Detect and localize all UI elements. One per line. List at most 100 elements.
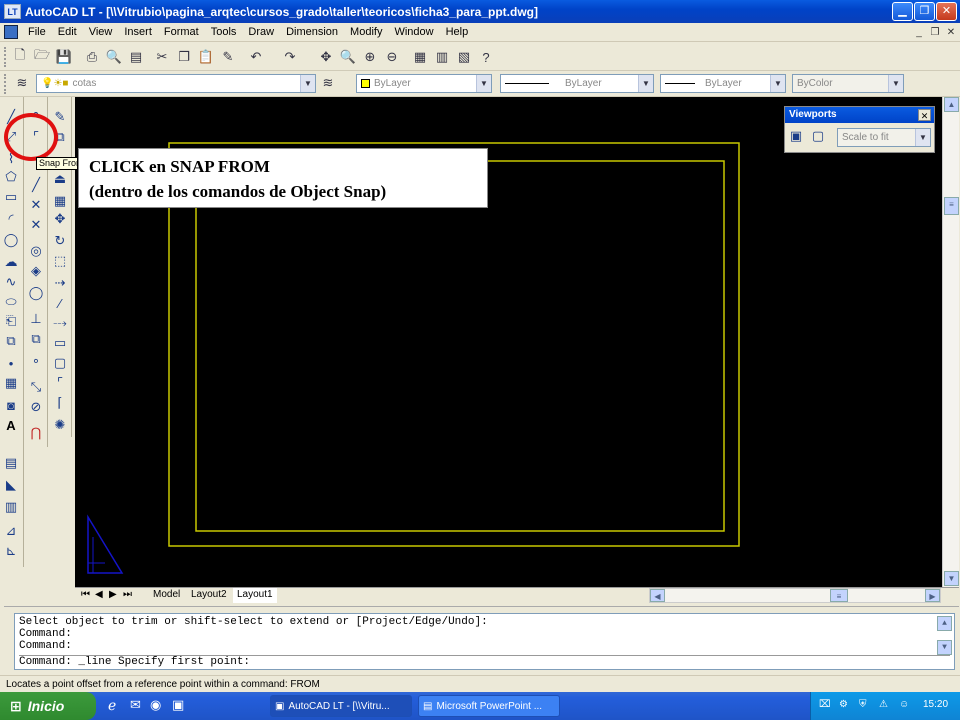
scale-icon[interactable]: ⬚	[50, 251, 70, 271]
command-window[interactable]: Select object to trim or shift-select to…	[14, 613, 955, 670]
taskbar-autocad[interactable]: ▣ AutoCAD LT - [\\Vitru...	[270, 695, 412, 717]
tab-model[interactable]: Model	[149, 588, 185, 603]
zoom-previous-icon[interactable]: ⊖	[382, 47, 402, 67]
print-preview-icon[interactable]: 🔍	[104, 47, 124, 67]
lineweight-combo[interactable]: ByLayer ▼	[660, 74, 786, 93]
plotstyle-combo[interactable]: ByColor ▼	[792, 74, 904, 93]
trim-icon[interactable]: ⁄	[50, 293, 70, 313]
menu-window[interactable]: Window	[388, 26, 439, 38]
zoom-window-icon[interactable]: ⊕	[360, 47, 380, 67]
doc-close-button[interactable]: ✕	[944, 26, 958, 39]
array-icon[interactable]: ▦	[50, 191, 70, 211]
layer-combo[interactable]: 💡☀■ cotas ▼	[36, 74, 316, 93]
antivirus-icon[interactable]: ⛨	[859, 699, 867, 710]
region-icon[interactable]: ◙	[1, 395, 21, 415]
menu-file[interactable]: File	[22, 26, 52, 38]
snap-midpoint-icon[interactable]: ✕	[26, 195, 46, 215]
tab-first-icon[interactable]: ⏮	[77, 588, 90, 603]
menu-dimension[interactable]: Dimension	[280, 26, 344, 38]
move-icon[interactable]: ✥	[50, 209, 70, 229]
viewport-scale-combo[interactable]: Scale to fit ▼	[837, 128, 931, 147]
insert-block-icon[interactable]: ⎗	[1, 311, 21, 331]
scroll-right-icon[interactable]: ▶	[925, 589, 940, 602]
menu-insert[interactable]: Insert	[118, 26, 158, 38]
stretch-icon[interactable]: ⇢	[50, 273, 70, 293]
open-icon[interactable]: 🗁	[32, 47, 52, 67]
revision-cloud-icon[interactable]: ☁	[1, 252, 21, 272]
scroll-left-icon[interactable]: ◀	[650, 589, 665, 602]
messenger-icon[interactable]: ☺	[899, 699, 909, 710]
new-icon[interactable]: 🗋	[10, 47, 30, 67]
single-viewport-icon[interactable]: ▢	[809, 127, 827, 145]
chevron-down-icon[interactable]: ▼	[888, 75, 903, 92]
hscroll-thumb[interactable]: ≡	[830, 589, 848, 602]
tab-next-icon[interactable]: ▶	[105, 588, 117, 603]
desktop-quicklaunch-icon[interactable]: ▣	[172, 697, 184, 713]
dimension-linear-icon[interactable]: ▤	[1, 453, 21, 473]
menu-help[interactable]: Help	[440, 26, 475, 38]
join-icon[interactable]: ▢	[50, 353, 70, 373]
snap-intersection-icon[interactable]: ✕	[26, 215, 46, 235]
zoom-realtime-icon[interactable]: 🔍	[338, 47, 358, 67]
scroll-thumb[interactable]: ≡	[944, 197, 959, 215]
fillet-icon[interactable]: ⌈	[50, 393, 70, 413]
doc-minimize-button[interactable]: _	[912, 26, 926, 39]
chevron-down-icon[interactable]: ▼	[915, 129, 930, 146]
tool-palettes-icon[interactable]: ▧	[454, 47, 474, 67]
chevron-down-icon[interactable]: ▼	[638, 75, 653, 92]
save-icon[interactable]: 💾	[54, 47, 74, 67]
chevron-down-icon[interactable]: ▼	[300, 75, 315, 92]
snap-center-icon[interactable]: ◎	[26, 241, 46, 261]
rectangle-icon[interactable]: ▭	[1, 187, 21, 207]
layer-previous-icon[interactable]: ≋	[318, 73, 338, 93]
snap-insert-icon[interactable]: ⧉	[26, 329, 46, 349]
publish-icon[interactable]: ▤	[126, 47, 146, 67]
close-icon[interactable]: ✕	[918, 109, 931, 121]
redo-icon[interactable]: ↷	[280, 47, 300, 67]
print-icon[interactable]: ⎙	[82, 47, 102, 67]
chamfer-icon[interactable]: ⌜	[50, 373, 70, 393]
layer-manager-icon[interactable]: ≋	[12, 73, 32, 93]
dimension-edit-icon[interactable]: ⊾	[1, 541, 21, 561]
snap-tangent-icon[interactable]: ◯	[26, 283, 46, 303]
tab-layout2[interactable]: Layout2	[187, 588, 231, 603]
command-prompt-line[interactable]: Command: _line Specify first point:	[19, 655, 950, 668]
menu-draw[interactable]: Draw	[242, 26, 280, 38]
color-combo[interactable]: ByLayer ▼	[356, 74, 492, 93]
hatch-icon[interactable]: ▦	[1, 373, 21, 393]
osnap-settings-icon[interactable]: ⋂	[26, 423, 46, 443]
multiline-text-icon[interactable]: A	[1, 415, 21, 435]
menu-modify[interactable]: Modify	[344, 26, 388, 38]
viewports-dialog-icon[interactable]: ▣	[787, 127, 805, 145]
pan-icon[interactable]: ✥	[316, 47, 336, 67]
ellipse-icon[interactable]: ⬭	[1, 292, 21, 312]
copy-icon[interactable]: ❐	[174, 47, 194, 67]
restore-button[interactable]: ❐	[914, 2, 935, 21]
mirror-icon[interactable]: ⏏	[50, 169, 70, 189]
help-icon[interactable]: ?	[476, 47, 496, 67]
chevron-down-icon[interactable]: ▼	[770, 75, 785, 92]
polygon-icon[interactable]: ⬠	[1, 167, 21, 187]
toolbar-grip[interactable]	[4, 47, 7, 67]
snap-perpendicular-icon[interactable]: ⊥	[26, 309, 46, 329]
extend-icon[interactable]: ⤏	[50, 313, 70, 333]
doc-restore-button[interactable]: ❐	[928, 26, 942, 39]
minimize-button[interactable]: ▁	[892, 2, 913, 21]
match-properties-icon[interactable]: ✎	[218, 47, 238, 67]
dimension-aligned-icon[interactable]: ◣	[1, 475, 21, 495]
menu-edit[interactable]: Edit	[52, 26, 83, 38]
explode-icon[interactable]: ✺	[50, 415, 70, 435]
close-button[interactable]: ✕	[936, 2, 957, 21]
clock[interactable]: 15:20	[923, 699, 948, 710]
paste-icon[interactable]: 📋	[196, 47, 216, 67]
properties-icon[interactable]: ▦	[410, 47, 430, 67]
tab-last-icon[interactable]: ⏭	[119, 588, 132, 603]
tab-prev-icon[interactable]: ◀	[91, 588, 103, 603]
horizontal-scrollbar[interactable]: ◀ ≡ ▶	[649, 588, 941, 603]
taskbar-powerpoint[interactable]: ▤ Microsoft PowerPoint ...	[418, 695, 560, 717]
toolbar-grip[interactable]	[4, 74, 7, 94]
outlook-quicklaunch-icon[interactable]: ✉	[130, 697, 141, 713]
make-block-icon[interactable]: ⧉	[1, 331, 21, 351]
dimension-ordinate-icon[interactable]: ⊿	[1, 521, 21, 541]
media-quicklaunch-icon[interactable]: ◉	[150, 697, 161, 713]
